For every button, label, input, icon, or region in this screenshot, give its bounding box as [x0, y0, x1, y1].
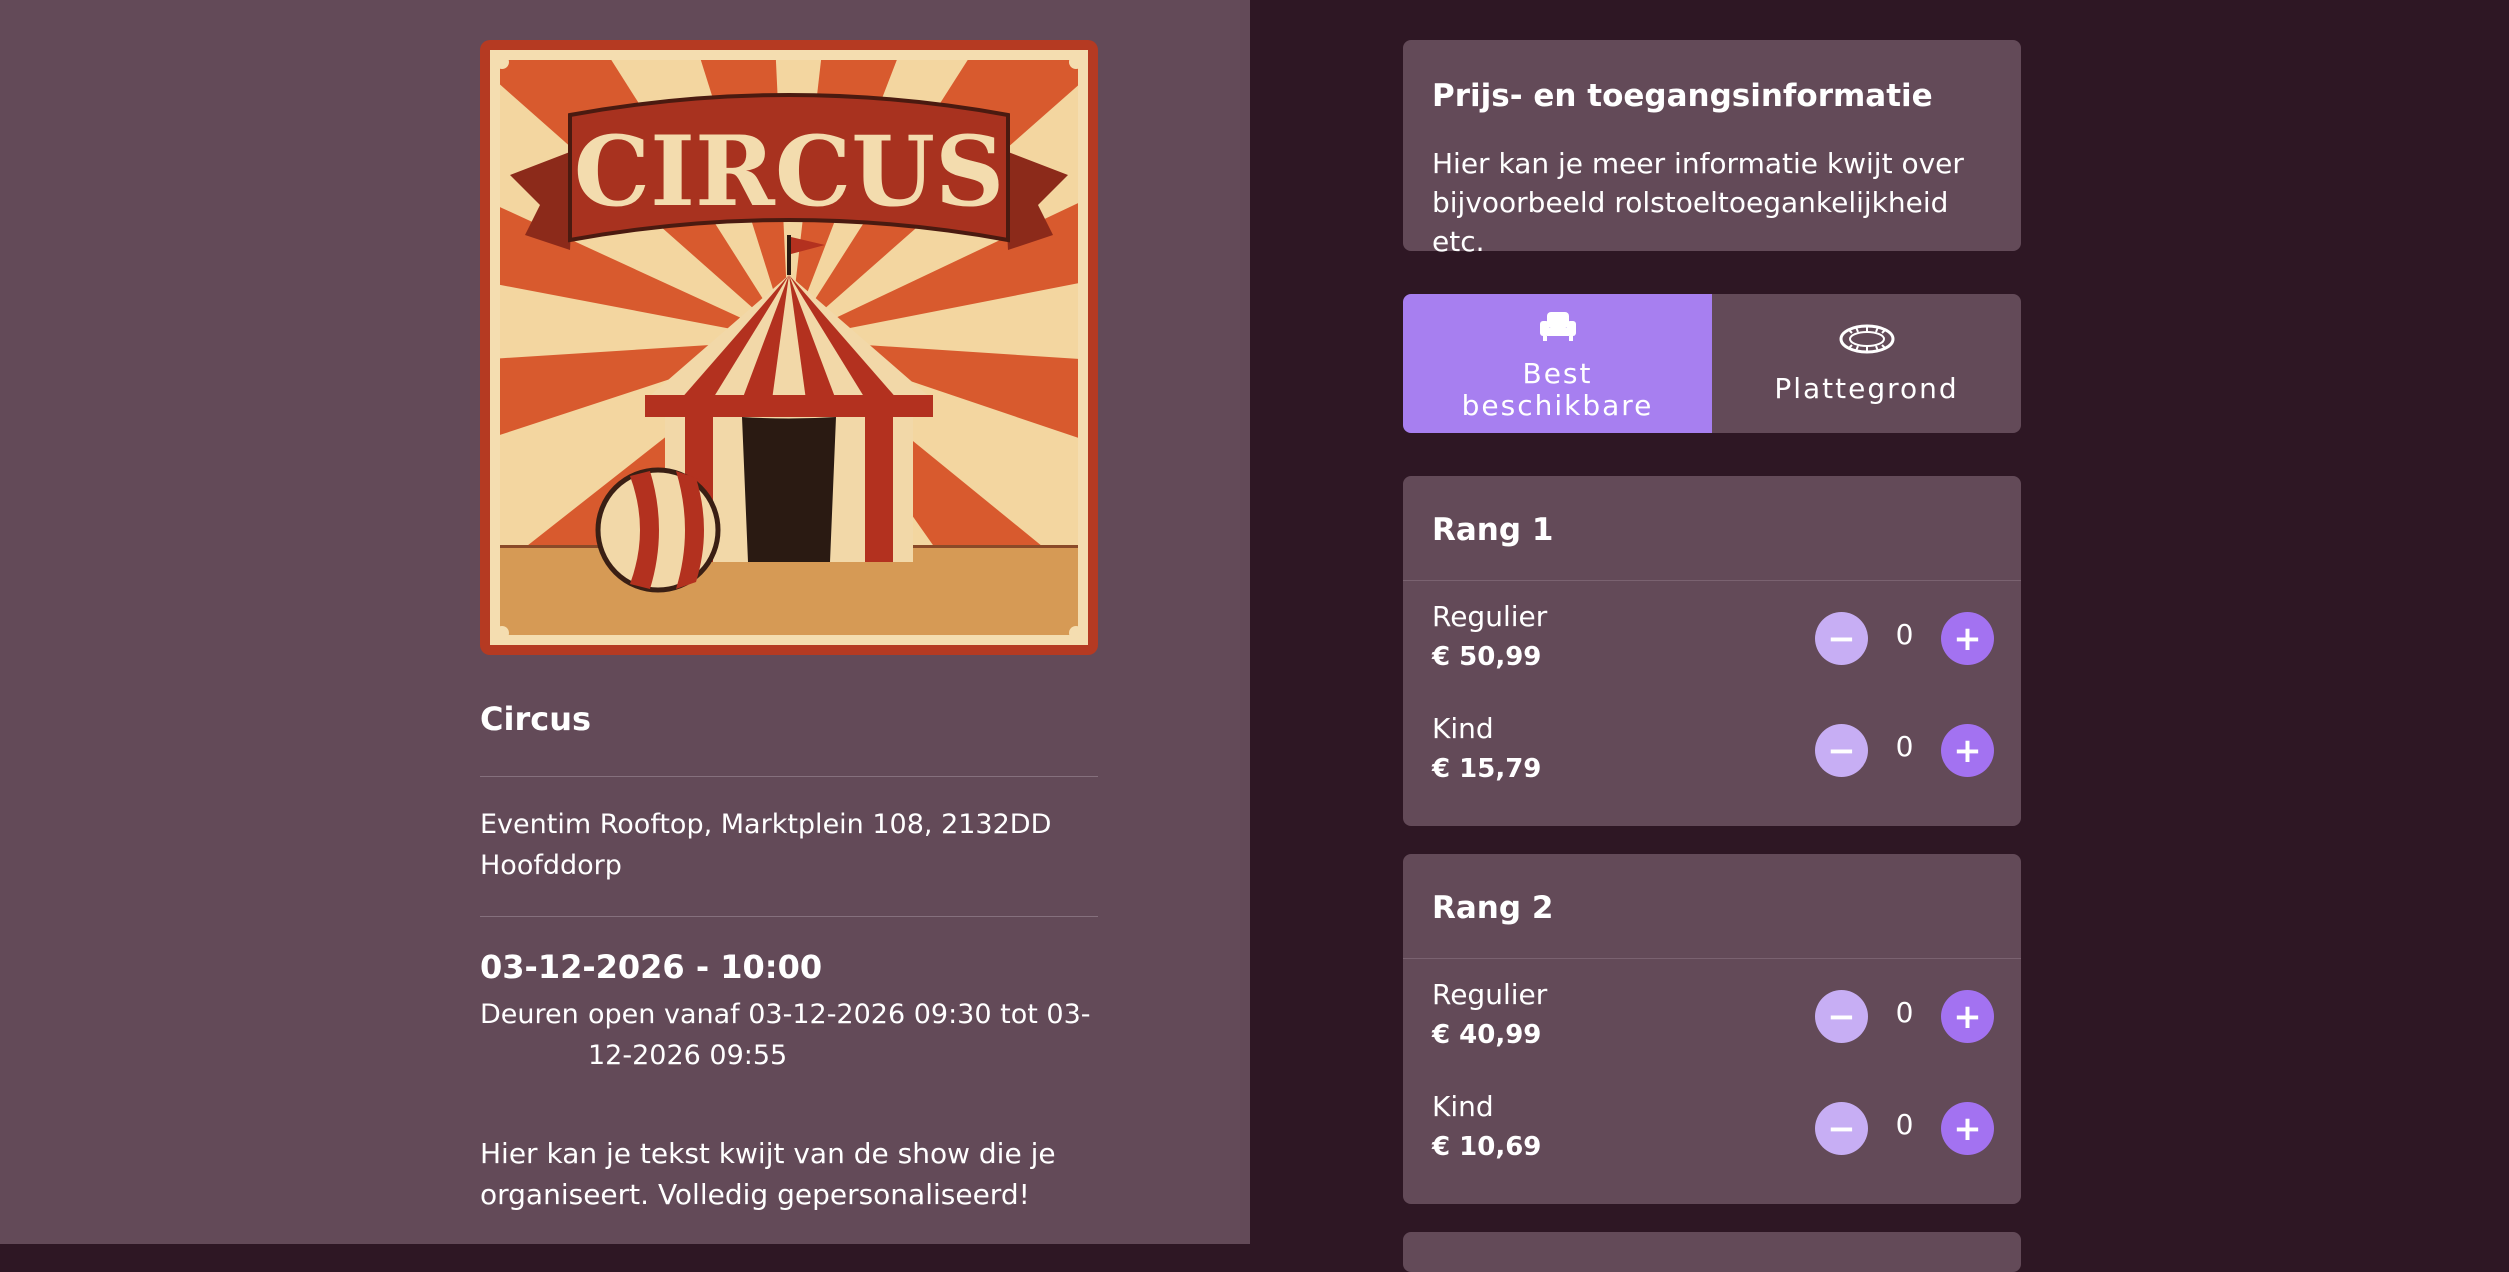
- rank-card-1: Rang 1 Regulier € 50,99 − 0 + Kind € 15,…: [1403, 476, 2021, 826]
- info-title: Prijs- en toegangsinformatie: [1432, 78, 1933, 114]
- stadium-icon: [1839, 324, 1894, 354]
- event-venue: Eventim Rooftop, Marktplein 108, 2132DD …: [480, 809, 1052, 881]
- best-available-button[interactable]: Best beschikbare: [1403, 294, 1712, 433]
- armchair-icon: [1539, 312, 1576, 341]
- price-access-info-card: Prijs- en toegangsinformatie Hier kan je…: [1403, 40, 2021, 258]
- ticket-quantity: 0: [1895, 1108, 1914, 1141]
- floorplan-label: Plattegrond: [1774, 372, 1959, 405]
- ticket-quantity: 0: [1895, 618, 1914, 651]
- increase-quantity-button[interactable]: +: [1941, 612, 1994, 665]
- event-description: Hier kan je tekst kwijt van de show die …: [480, 1137, 1056, 1211]
- ticket-row: Kind € 15,79 − 0 +: [1403, 712, 2021, 794]
- decrease-quantity-button[interactable]: −: [1815, 1102, 1868, 1155]
- ticket-quantity: 0: [1895, 996, 1914, 1029]
- best-available-label-line2: beschikbare: [1461, 389, 1654, 422]
- ticket-name: Kind: [1432, 712, 1494, 745]
- increase-quantity-button[interactable]: +: [1941, 724, 1994, 777]
- rank-title: Rang 2: [1432, 890, 1554, 926]
- best-available-label-line1: Best: [1522, 357, 1593, 390]
- rank-title: Rang 1: [1432, 512, 1554, 548]
- ticket-price: € 15,79: [1432, 754, 1542, 784]
- ticket-row: Regulier € 40,99 − 0 +: [1403, 978, 2021, 1060]
- ticket-price: € 10,69: [1432, 1132, 1542, 1162]
- rank-card-3: [1403, 1232, 2021, 1272]
- decrease-quantity-button[interactable]: −: [1815, 990, 1868, 1043]
- divider: [480, 776, 1098, 777]
- doors-label: Deuren: [480, 999, 579, 1030]
- floorplan-button[interactable]: Plattegrond: [1712, 294, 2021, 433]
- ticket-price: € 50,99: [1432, 642, 1542, 672]
- divider: [1403, 958, 2021, 959]
- divider: [1403, 580, 2021, 581]
- ticket-price: € 40,99: [1432, 1020, 1542, 1050]
- ticket-name: Regulier: [1432, 600, 1548, 633]
- ticket-row: Kind € 10,69 − 0 +: [1403, 1090, 2021, 1172]
- ticket-name: Kind: [1432, 1090, 1494, 1123]
- event-poster: CIRCUS: [480, 40, 1098, 655]
- divider: [480, 916, 1098, 917]
- event-title: Circus: [480, 700, 592, 738]
- ticket-quantity: 0: [1895, 730, 1914, 763]
- increase-quantity-button[interactable]: +: [1941, 1102, 1994, 1155]
- doors-times: open vanaf 03-12-2026 09:30 tot 03-12-20…: [588, 999, 1091, 1071]
- event-datetime: 03-12-2026 - 10:00: [480, 948, 823, 986]
- decrease-quantity-button[interactable]: −: [1815, 612, 1868, 665]
- rank-card-2: Rang 2 Regulier € 40,99 − 0 + Kind € 10,…: [1403, 854, 2021, 1204]
- svg-text:CIRCUS: CIRCUS: [574, 115, 1005, 228]
- info-body: Hier kan je meer informatie kwijt over b…: [1432, 147, 1964, 258]
- decrease-quantity-button[interactable]: −: [1815, 724, 1868, 777]
- seat-view-toggle: Best beschikbare Plattegrond: [1403, 294, 2021, 433]
- ticket-row: Regulier € 50,99 − 0 +: [1403, 600, 2021, 682]
- ticket-name: Regulier: [1432, 978, 1548, 1011]
- increase-quantity-button[interactable]: +: [1941, 990, 1994, 1043]
